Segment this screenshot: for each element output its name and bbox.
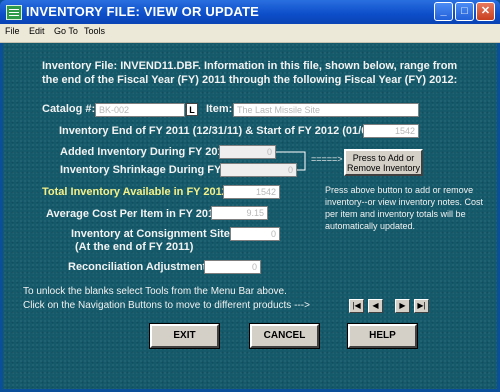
average-cost-label: Average Cost Per Item in FY 2012: <box>46 208 224 220</box>
title-bar[interactable]: INVENTORY FILE: VIEW OR UPDATE _ □ ✕ <box>0 0 500 24</box>
nav-last-button[interactable]: ▶| <box>414 299 429 313</box>
consignment-label: Inventory at Consignment Sites: <box>71 228 240 240</box>
arrow-indicator: =====> <box>311 154 343 164</box>
cancel-button[interactable]: CANCEL <box>249 323 320 349</box>
help-note: Press above button to add or remove inve… <box>325 185 484 231</box>
menu-tools[interactable]: Tools <box>84 26 105 36</box>
reconciliation-field[interactable]: 0 <box>204 260 261 274</box>
navigation-instruction: Click on the Navigation Buttons to move … <box>23 300 310 311</box>
consignment-sublabel: (At the end of FY 2011) <box>75 241 194 253</box>
minimize-button[interactable]: _ <box>434 2 453 21</box>
menu-edit[interactable]: Edit <box>29 26 45 36</box>
nav-first-button[interactable]: |◀ <box>349 299 364 313</box>
form-body: Inventory File: INVEND11.DBF. Informatio… <box>3 43 497 389</box>
average-cost-field[interactable]: 9.15 <box>211 206 268 220</box>
unlock-instruction: To unlock the blanks select Tools from t… <box>23 286 287 297</box>
press-button-line-2: Remove Inventory <box>346 163 421 173</box>
nav-previous-button[interactable]: ◀ <box>368 299 383 313</box>
add-remove-inventory-button[interactable]: Press to Add or Remove Inventory <box>344 149 423 176</box>
window-title: INVENTORY FILE: VIEW OR UPDATE <box>26 4 260 19</box>
form-icon <box>6 5 22 20</box>
menu-goto[interactable]: Go To <box>54 26 78 36</box>
exit-button[interactable]: EXIT <box>149 323 220 349</box>
inventory-window: INVENTORY FILE: VIEW OR UPDATE _ □ ✕ Fil… <box>0 0 500 392</box>
close-button[interactable]: ✕ <box>476 2 495 21</box>
total-inventory-label: Total Inventory Available in FY 2012: <box>42 186 232 198</box>
consignment-field[interactable]: 0 <box>230 227 280 241</box>
menu-file[interactable]: File <box>5 26 20 36</box>
total-inventory-field[interactable]: 1542 <box>223 185 280 199</box>
reconciliation-label: Reconciliation Adjustment: <box>68 261 210 273</box>
maximize-button[interactable]: □ <box>455 2 474 21</box>
nav-next-button[interactable]: ▶ <box>395 299 410 313</box>
help-button[interactable]: HELP <box>347 323 418 349</box>
press-button-line-1: Press to Add or <box>352 153 415 163</box>
menu-bar: File Edit Go To Tools <box>0 24 500 43</box>
